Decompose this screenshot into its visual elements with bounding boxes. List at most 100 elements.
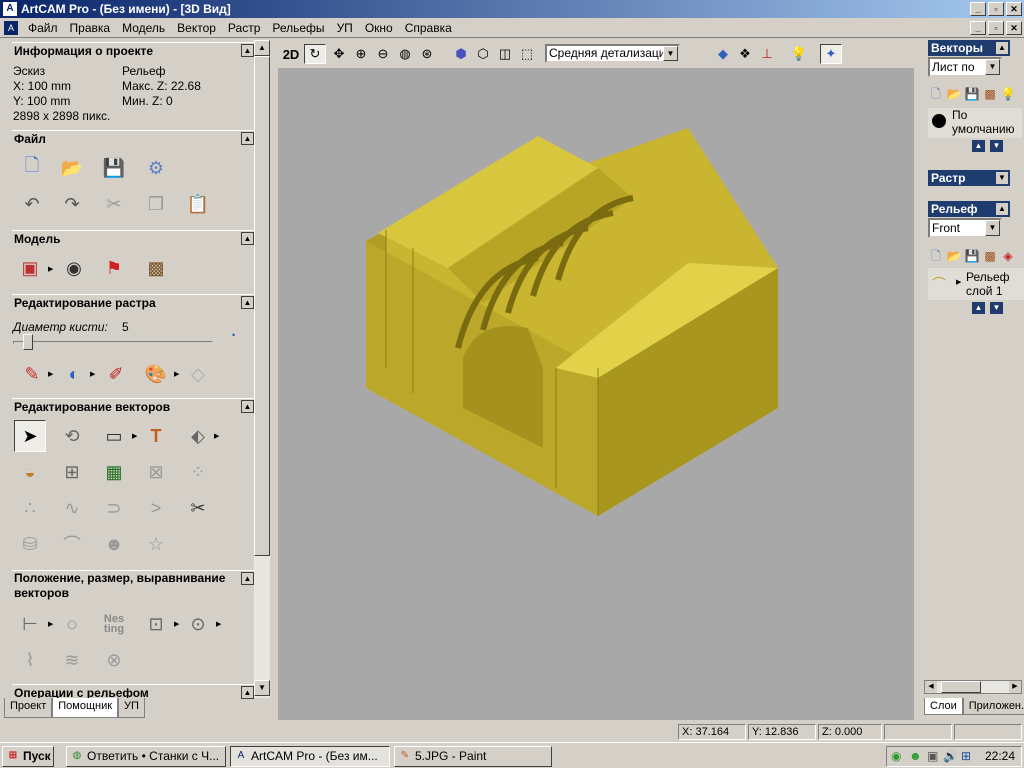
open-folder-icon[interactable]: 📂 <box>58 154 86 182</box>
collapse-icon[interactable]: ▲ <box>241 572 254 585</box>
pencil-icon[interactable]: ✎ <box>18 360 46 388</box>
move-up-icon[interactable]: ▲ <box>972 302 985 314</box>
cylinder-icon[interactable]: ⛁ <box>16 530 44 558</box>
select-arrow-icon[interactable]: ➤ <box>14 420 46 452</box>
section-vector-edit[interactable]: Редактирование векторов ▲ <box>12 398 254 414</box>
clock[interactable]: 22:24 <box>985 749 1015 763</box>
menu-vector[interactable]: Вектор <box>171 21 222 35</box>
redo-icon[interactable]: ↷ <box>58 190 86 218</box>
eraser-icon[interactable]: ◇ <box>184 360 212 388</box>
brush-slider-thumb[interactable] <box>22 334 33 350</box>
top-view-icon[interactable]: ⬚ <box>516 44 538 64</box>
vectors-header[interactable]: Векторы ▲ <box>928 40 1010 56</box>
section-project-info[interactable]: Информация о проекте ▲ <box>12 42 254 58</box>
dropper-icon[interactable]: ✐ <box>102 360 130 388</box>
collapse-icon[interactable]: ▲ <box>241 296 254 309</box>
relief-view-select[interactable]: Front ▼ <box>928 218 1002 238</box>
tab-toolpaths[interactable]: УП <box>118 698 145 718</box>
save-icon[interactable]: 💾 <box>100 154 128 182</box>
doc-restore-button[interactable]: ▫ <box>988 21 1004 35</box>
relief-header[interactable]: Рельеф ▲ <box>928 201 1010 217</box>
scroll-up-icon[interactable]: ▲ <box>254 40 270 56</box>
submenu-arrow-icon[interactable]: ▶ <box>48 265 53 273</box>
menu-model[interactable]: Модель <box>116 21 171 35</box>
new-layer-icon[interactable]: 🗋 <box>928 86 944 102</box>
right-hscrollbar[interactable]: ◀ ▶ <box>924 680 1022 694</box>
collapse-icon[interactable]: ▲ <box>241 44 254 57</box>
rotate-icon[interactable]: ↻ <box>304 44 326 64</box>
vector-text-icon[interactable]: ▦ <box>100 458 128 486</box>
scroll-left-icon[interactable]: ◀ <box>925 681 937 693</box>
section-model[interactable]: Модель ▲ <box>12 230 254 246</box>
doc-close-button[interactable]: ✕ <box>1006 21 1022 35</box>
collapse-icon[interactable]: ▲ <box>996 203 1008 215</box>
nesting-icon[interactable]: Nes ting <box>100 610 128 638</box>
collapse-icon[interactable]: ▲ <box>241 232 254 245</box>
axes-icon[interactable]: ⊥ <box>756 44 778 64</box>
task-artcam[interactable]: A ArtCAM Pro - (Без им... <box>230 746 390 767</box>
align-icon[interactable]: ⊢ <box>16 610 44 638</box>
volume-icon[interactable]: 🔊 <box>943 749 958 763</box>
menu-toolpaths[interactable]: УП <box>331 21 359 35</box>
head-icon[interactable]: ☻ <box>100 530 128 558</box>
iso-view-icon[interactable]: ⬢ <box>450 44 472 64</box>
wave-icon[interactable]: ∿ <box>58 494 86 522</box>
submenu-arrow-icon[interactable]: ▶ <box>90 370 95 378</box>
relief-tool-icon[interactable]: ▩ <box>982 248 998 264</box>
menu-file[interactable]: Файл <box>22 21 64 35</box>
text-tool-icon[interactable]: T <box>142 422 170 450</box>
zoom-in-icon[interactable]: ⊕ <box>350 44 372 64</box>
detail-level-select[interactable]: Средняя детализация ▼ <box>545 44 680 63</box>
open-relief-icon[interactable]: 📂 <box>946 248 962 264</box>
tray-icon[interactable]: ◉ <box>891 749 901 763</box>
node-edit-icon[interactable]: ⬖ <box>184 422 212 450</box>
group-icon[interactable]: ⊡ <box>142 610 170 638</box>
model-image-icon[interactable]: ▩ <box>142 254 170 282</box>
new-relief-icon[interactable]: 🗋 <box>928 248 944 264</box>
tab-assistant[interactable]: Помощник <box>52 698 119 718</box>
side-view-icon[interactable]: ◫ <box>494 44 516 64</box>
section-position[interactable]: Положение, размер, выравнивание векторов ▲ <box>12 570 254 602</box>
fill-icon[interactable]: ◐ <box>60 360 88 388</box>
pan-icon[interactable]: ✥ <box>328 44 350 64</box>
scissors-icon[interactable]: ✂ <box>184 494 212 522</box>
scroll-thumb[interactable] <box>941 681 981 693</box>
relief-layer-item[interactable]: ⌒ ▶ Рельеф слой 1 <box>928 268 1024 300</box>
smooth-icon[interactable]: ∴ <box>16 494 44 522</box>
submenu-arrow-icon[interactable]: ▶ <box>48 370 53 378</box>
section-raster-edit[interactable]: Редактирование растра ▲ <box>12 294 254 310</box>
array-icon[interactable]: ⁘ <box>184 458 212 486</box>
relief-combine-icon[interactable]: ◈ <box>1000 248 1016 264</box>
tray-icon[interactable]: ☻ <box>909 749 922 763</box>
vector-tool-icon[interactable]: ◒ <box>16 458 44 486</box>
tab-applications[interactable]: Приложен. <box>962 698 1024 715</box>
vector-layer-item[interactable]: По умолчанию <box>928 108 1022 138</box>
start-button[interactable]: ⊞ Пуск <box>2 746 54 767</box>
task-paint[interactable]: ✎ 5.JPG - Paint <box>394 746 552 767</box>
collapse-icon[interactable]: ▲ <box>996 42 1008 54</box>
undo-icon[interactable]: ↶ <box>18 190 46 218</box>
tray-icon[interactable]: ▣ <box>927 749 938 763</box>
collapse-icon[interactable]: ▲ <box>241 132 254 145</box>
open-layer-icon[interactable]: 📂 <box>946 86 962 102</box>
light-bulb-icon[interactable]: 💡 <box>788 44 810 64</box>
arc-icon[interactable]: ⊃ <box>100 494 128 522</box>
zoom-box-icon[interactable]: ⊛ <box>416 44 438 64</box>
submenu-arrow-icon[interactable]: ▶ <box>216 620 221 628</box>
section-file[interactable]: Файл ▲ <box>12 130 254 146</box>
star-icon[interactable]: ☆ <box>142 530 170 558</box>
network-icon[interactable]: ⊞ <box>961 749 971 763</box>
model-bitmap-icon[interactable]: ◉ <box>60 254 88 282</box>
shapes-icon[interactable]: ⊙ <box>184 610 212 638</box>
light-icon[interactable]: 💡 <box>1000 86 1016 102</box>
expand-arrow-icon[interactable]: ▶ <box>956 278 961 286</box>
document-icon[interactable]: A <box>4 20 18 35</box>
minimize-button[interactable]: _ <box>970 2 986 16</box>
chevron-down-icon[interactable]: ▼ <box>985 220 1000 236</box>
brush-slider-track[interactable] <box>13 341 213 344</box>
save-as-icon[interactable]: ⚙ <box>142 154 170 182</box>
circle-dots-icon[interactable]: ◌ <box>58 610 86 638</box>
menu-edit[interactable]: Правка <box>64 21 117 35</box>
tab-layers[interactable]: Слои <box>924 698 963 715</box>
stripes-icon[interactable]: ≋ <box>58 646 86 674</box>
